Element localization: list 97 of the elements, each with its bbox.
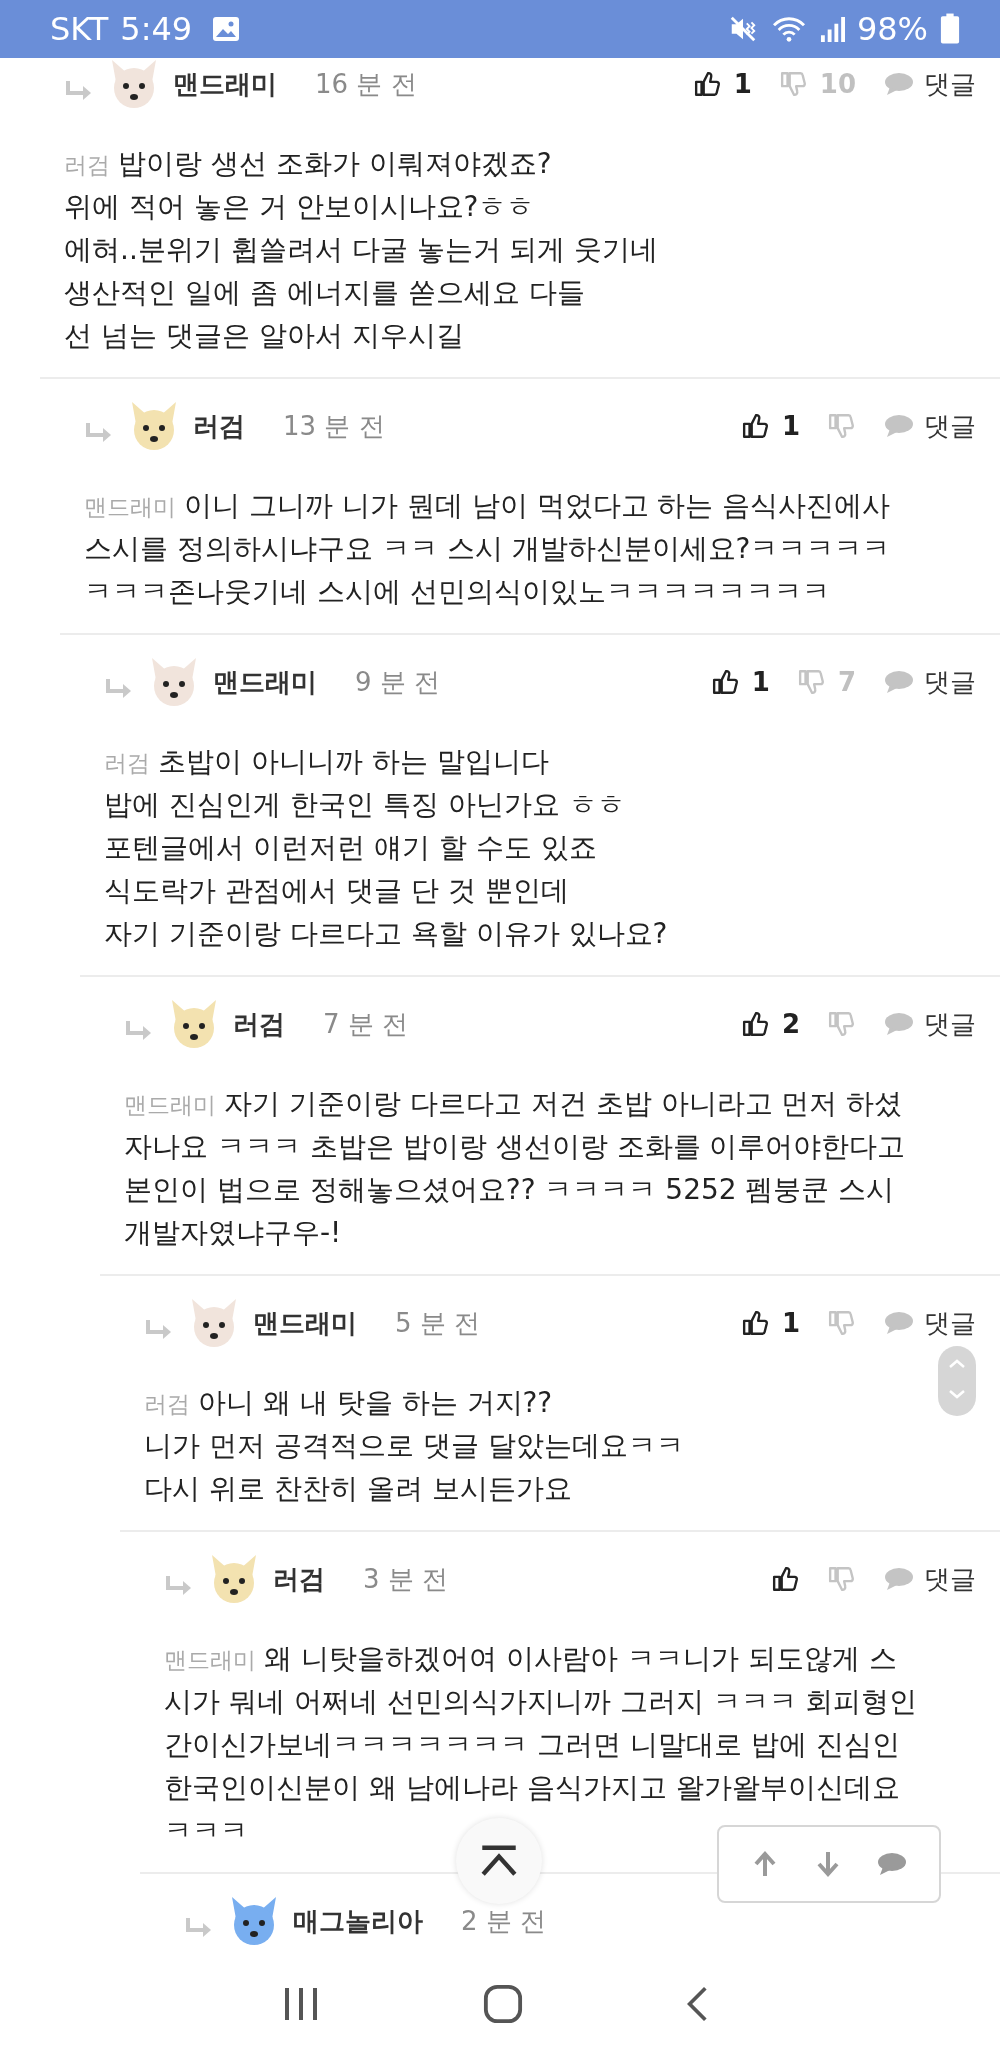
dislike-button[interactable] <box>828 1010 856 1038</box>
thumbs-down-icon <box>779 70 808 98</box>
timestamp: 2 분 전 <box>461 1904 547 1938</box>
battery-icon <box>940 13 960 45</box>
thumbs-up-icon <box>741 1010 770 1038</box>
dislike-count: 7 <box>837 667 856 697</box>
timestamp: 13 분 전 <box>283 409 385 443</box>
comment-line: 니가 먼저 공격적으로 댓글 달았는데요ㅋㅋ <box>144 1428 684 1464</box>
comment-line: 왜 니탓을하겠어여 이사람아 ㅋㅋ니가 되도않게 스 <box>264 1641 897 1677</box>
speech-bubble-icon <box>884 72 914 96</box>
dislike-button[interactable] <box>828 1309 856 1337</box>
mentioned-username: 러검 <box>144 1390 190 1419</box>
image-icon <box>212 16 241 42</box>
dislike-button[interactable] <box>828 1565 856 1593</box>
username[interactable]: 맨드래미 <box>173 66 277 102</box>
like-count: 1 <box>733 69 752 99</box>
mentioned-username: 러검 <box>64 151 110 180</box>
timestamp: 3 분 전 <box>363 1562 449 1596</box>
comment-line: ㅋㅋㅋ <box>164 1813 248 1849</box>
reply-button[interactable]: 댓글 <box>884 1561 976 1597</box>
comment-line: 간이신가보네ㅋㅋㅋㅋㅋㅋㅋ 그러면 니말대로 밥에 진심인 <box>164 1727 900 1763</box>
mentioned-username: 러검 <box>104 749 150 778</box>
thumbs-down-icon <box>828 1565 856 1593</box>
like-count: 1 <box>781 1308 800 1338</box>
comment-line: 자기 기준이랑 다르다고 욕할 이유가 있나요? <box>104 916 668 952</box>
speech-bubble-icon <box>884 1012 914 1036</box>
comment-line: 선 넘는 댓글은 알아서 지우시길 <box>64 318 464 354</box>
thumbs-down-icon <box>828 1010 856 1038</box>
thumbs-up-icon <box>741 1309 770 1337</box>
timestamp: 7 분 전 <box>323 1007 409 1041</box>
speech-bubble-icon <box>884 1311 914 1335</box>
comment-line: 한국인이신분이 왜 남에나라 음식가지고 왈가왈부이신데요 <box>164 1770 900 1806</box>
mentioned-username: 맨드래미 <box>124 1091 216 1120</box>
comment-line: 초밥이 아니니까 하는 말입니다 <box>158 744 549 780</box>
timestamp: 9 분 전 <box>355 665 441 699</box>
like-button[interactable]: 1 <box>711 667 770 697</box>
username[interactable]: 매그놀리아 <box>293 1903 423 1939</box>
comment-line: 자나요 ㅋㅋㅋ 초밥은 밥이랑 생선이랑 조화를 이루어야한다고 <box>124 1129 906 1165</box>
comment-line: ㅋㅋㅋ존나웃기네 스시에 선민의식이있노ㅋㅋㅋㅋㅋㅋㅋㅋ <box>84 574 830 610</box>
reply-button[interactable]: 댓글 <box>884 1006 976 1042</box>
carrier: SKT <box>50 10 109 48</box>
speech-bubble-icon <box>884 1567 914 1591</box>
comment-line: 이니 그니까 니가 뭔데 남이 먹었다고 하는 음식사진에사 <box>184 488 891 524</box>
like-button[interactable]: 1 <box>741 1308 800 1338</box>
battery-level: 98% <box>856 10 928 48</box>
thumbs-down-icon <box>828 412 856 440</box>
username[interactable]: 러검 <box>193 408 245 444</box>
comment-line: 자기 기준이랑 다르다고 저건 초밥 아니라고 먼저 하셨 <box>224 1086 903 1122</box>
username[interactable]: 맨드래미 <box>213 664 317 700</box>
scroll-to-top-button[interactable] <box>456 1818 542 1904</box>
like-button[interactable] <box>772 1565 800 1593</box>
thumbs-up-icon <box>772 1565 800 1593</box>
speech-bubble-icon <box>884 414 914 438</box>
home-icon[interactable] <box>483 1984 523 2024</box>
mentioned-username: 맨드래미 <box>164 1646 256 1675</box>
like-count: 1 <box>781 411 800 441</box>
comment-line: 포텐글에서 이런저런 얘기 할 수도 있죠 <box>104 830 597 866</box>
thumbs-down-icon <box>828 1309 856 1337</box>
like-count: 1 <box>751 667 770 697</box>
like-count: 2 <box>781 1009 800 1039</box>
dislike-count: 10 <box>819 69 856 99</box>
timestamp: 5 분 전 <box>395 1306 481 1340</box>
reply-button[interactable]: 댓글 <box>884 664 976 700</box>
scroll-handle[interactable] <box>938 1346 976 1416</box>
comment-line: 시가 뭐네 어쩌네 선민의식가지니까 그러지 ㅋㅋㅋ 회피형인 <box>164 1684 918 1720</box>
comment-line: 위에 적어 놓은 거 안보이시나요?ㅎㅎ <box>64 189 535 225</box>
username[interactable]: 맨드래미 <box>253 1305 357 1341</box>
comment-line: 다시 위로 찬찬히 올려 보시든가요 <box>144 1471 572 1507</box>
comment-line: 본인이 법으로 정해놓으셨어요?? ㅋㅋㅋㅋ 5252 펨붕쿤 스시 <box>124 1172 895 1208</box>
timestamp: 16 분 전 <box>315 67 417 101</box>
reply-button[interactable]: 댓글 <box>884 66 976 102</box>
comment-line: 아니 왜 내 탓을 하는 거지?? <box>198 1385 553 1421</box>
comment-line: 생산적인 일에 좀 에너지를 쏟으세요 다들 <box>64 275 585 311</box>
username[interactable]: 러검 <box>273 1561 325 1597</box>
mentioned-username: 맨드래미 <box>84 493 176 522</box>
thumbs-up-icon <box>693 70 722 98</box>
signal-icon <box>819 15 845 43</box>
thumbs-up-icon <box>741 412 770 440</box>
comment-line: 스시를 정의하시냐구요 ㅋㅋ 스시 개발하신분이세요?ㅋㅋㅋㅋㅋ <box>84 531 891 567</box>
back-icon[interactable] <box>685 1985 709 2023</box>
username[interactable]: 러검 <box>233 1006 285 1042</box>
comment-line: 에혀..분위기 휩쓸려서 다굴 놓는거 되게 웃기네 <box>64 232 659 268</box>
like-button[interactable]: 1 <box>693 69 752 99</box>
thumbs-up-icon <box>711 668 740 696</box>
thumbs-down-icon <box>797 668 826 696</box>
comment-line: 개발자였냐구우-! <box>124 1215 342 1251</box>
like-button[interactable]: 2 <box>741 1009 800 1039</box>
speech-bubble-icon <box>884 670 914 694</box>
like-button[interactable]: 1 <box>741 411 800 441</box>
comment-line: 식도락가 관점에서 댓글 단 것 뿐인데 <box>104 873 569 909</box>
comment-line: 밥이랑 생선 조화가 이뤄져야겠죠? <box>118 146 552 182</box>
comment-icon[interactable] <box>877 1852 908 1876</box>
dislike-button[interactable] <box>828 412 856 440</box>
comment-line: 밥에 진심인게 한국인 특징 아닌가요 ㅎㅎ <box>104 787 625 823</box>
reply-button[interactable]: 댓글 <box>884 1305 976 1341</box>
clock: 5:49 <box>120 10 193 48</box>
reply-button[interactable]: 댓글 <box>884 408 976 444</box>
